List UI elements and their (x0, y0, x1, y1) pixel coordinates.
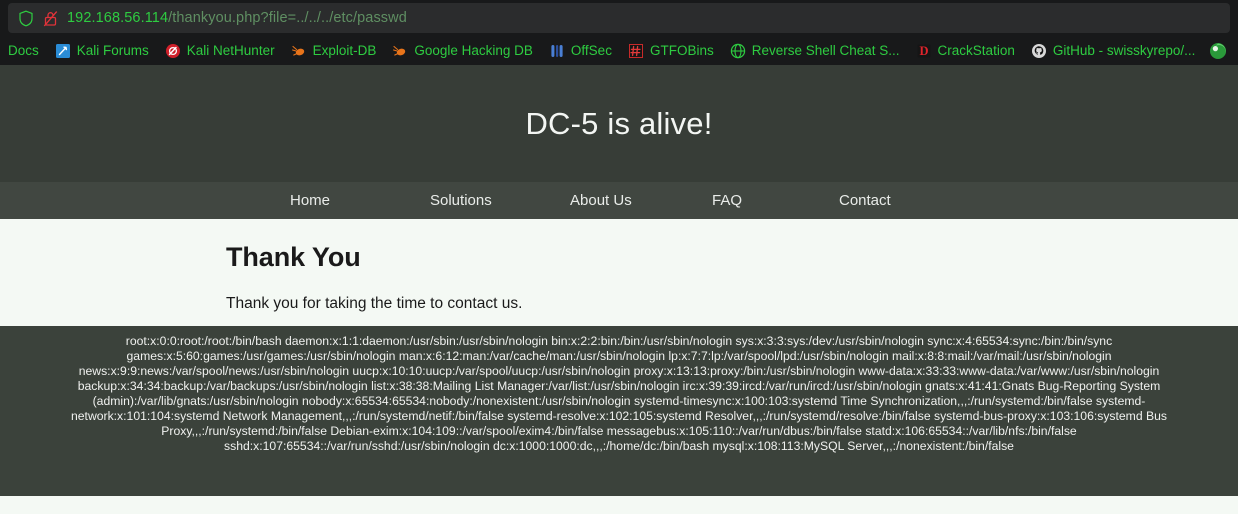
gtfobins-icon (628, 43, 643, 58)
lock-broken-icon[interactable] (43, 10, 58, 27)
url-text: 192.168.56.114/thankyou.php?file=../../.… (67, 10, 407, 26)
offsec-icon (551, 44, 563, 57)
crackstation-icon: D (917, 44, 931, 58)
bookmarks-bar: Docs Kali Forums Kali NetHunter Exploit-… (0, 36, 1238, 65)
bookmark-exploit-db[interactable]: Exploit-DB (283, 41, 385, 61)
bookmark-label: Kali NetHunter (186, 43, 275, 58)
content-paragraph: Thank you for taking the time to contact… (226, 295, 523, 312)
svg-text:D: D (919, 44, 928, 58)
kali-nethunter-icon (165, 43, 180, 58)
kali-docs-icon (0, 43, 2, 59)
nav-item-contact[interactable]: Contact (839, 192, 959, 209)
bookmark-label: OffSec (570, 43, 612, 58)
bookmark-google-hacking-db[interactable]: Google Hacking DB (384, 41, 541, 61)
shield-icon[interactable] (18, 10, 34, 27)
url-bar-row: 192.168.56.114/thankyou.php?file=../../.… (0, 0, 1238, 36)
bookmark-label: CrackStation (937, 43, 1015, 58)
bookmark-kali-forums[interactable]: Kali Forums (47, 41, 157, 61)
page-title: DC-5 is alive! (525, 105, 713, 141)
content-heading: Thank You (226, 242, 361, 272)
bookmark-kali-nethunter[interactable]: Kali NetHunter (157, 41, 283, 61)
address-bar[interactable]: 192.168.56.114/thankyou.php?file=../../.… (8, 3, 1230, 33)
nav-item-solutions[interactable]: Solutions (430, 192, 570, 209)
page-body: DC-5 is alive! Home Solutions About Us F… (0, 65, 1238, 510)
site-header: DC-5 is alive! (0, 65, 1238, 182)
bookmark-label: Reverse Shell Cheat S... (751, 43, 900, 58)
kali-forums-icon (55, 43, 70, 58)
url-host: 192.168.56.114 (67, 10, 169, 26)
bookmark-label: Exploit-DB (312, 43, 377, 58)
bookmark-label: Google Hacking DB (414, 43, 533, 58)
bookmark-label: GTFOBins (649, 43, 714, 58)
nav-item-faq[interactable]: FAQ (712, 192, 839, 209)
bookmark-gtfobins[interactable]: GTFOBins (620, 41, 722, 61)
globe-green-icon[interactable] (1209, 42, 1227, 60)
bookmark-label: Docs (8, 43, 39, 58)
bookmark-label: Kali Forums (76, 43, 149, 58)
url-path: /thankyou.php?file=../../../etc/passwd (168, 10, 407, 26)
site-nav: Home Solutions About Us FAQ Contact (0, 182, 1238, 219)
github-icon (1031, 43, 1046, 58)
bookmark-label: GitHub - swisskyrepo/... (1052, 43, 1196, 58)
bookmark-reverse-shell-cheat-sheet[interactable]: Reverse Shell Cheat S... (722, 41, 908, 61)
bookmark-offsec[interactable]: OffSec (541, 41, 620, 61)
bookmark-github-swisskyrepo[interactable]: GitHub - swisskyrepo/... (1023, 41, 1204, 61)
globe-icon (730, 43, 745, 58)
main-content: Thank You Thank you for taking the time … (0, 219, 1238, 326)
browser-chrome: 192.168.56.114/thankyou.php?file=../../.… (0, 0, 1238, 65)
nav-item-about-us[interactable]: About Us (570, 192, 712, 209)
google-hacking-db-icon (393, 45, 406, 56)
etc-passwd-dump: root:x:0:0:root:/root:/bin/bash daemon:x… (0, 326, 1238, 496)
bookmark-crackstation[interactable]: D CrackStation (908, 41, 1023, 61)
exploit-db-icon (291, 45, 304, 56)
page-footer-space (0, 496, 1238, 510)
bookmark-kali-docs[interactable]: Docs (0, 41, 47, 61)
nav-item-home[interactable]: Home (290, 192, 430, 209)
